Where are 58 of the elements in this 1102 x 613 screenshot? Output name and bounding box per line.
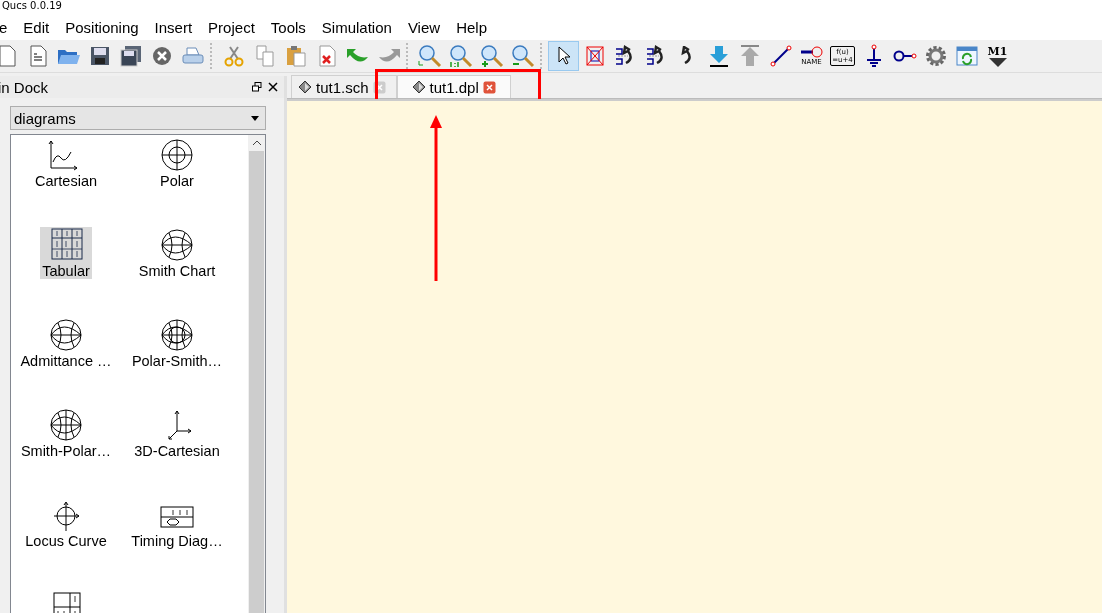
caret-icon (251, 115, 259, 121)
curved-arrow-icon (376, 47, 401, 65)
menu-item[interactable]: Tools (262, 18, 314, 36)
diagram-item[interactable]: Polar (151, 137, 203, 189)
up-arrow-icon (738, 45, 761, 67)
diagram-item[interactable]: Polar-Smith… (129, 317, 225, 369)
window-refresh-icon (955, 45, 978, 67)
window-title: Qucs 0.0.19 (2, 0, 62, 12)
diagram-item[interactable]: Locus Curve (23, 497, 109, 549)
menu-item[interactable]: Insert (146, 18, 201, 36)
document-tab[interactable]: tut1.sch (291, 75, 397, 98)
diagram-item[interactable]: 3D-Cartesian (132, 407, 222, 459)
scrollbar[interactable] (248, 135, 265, 613)
close-icon (151, 46, 172, 66)
wire-label-icon (800, 46, 823, 58)
marker-tool-button[interactable]: M1 (982, 41, 1013, 71)
zoom-out-icon (510, 44, 535, 68)
ground-icon (864, 44, 883, 68)
pointer-icon (555, 46, 572, 66)
curved-arrow-icon (345, 47, 370, 65)
magnifier-icon (417, 44, 442, 68)
menu-item[interactable]: Simulation (313, 18, 400, 36)
triangle-icon (987, 56, 1008, 67)
diagram-item[interactable]: Smith-Polar… (18, 407, 114, 459)
menu-item[interactable]: Positioning (57, 18, 147, 36)
menu-item[interactable]: Help (448, 18, 495, 36)
floppy-disks-icon (119, 45, 142, 67)
copy-icon (254, 45, 275, 67)
zoom-in-icon (479, 44, 504, 68)
diagram-item[interactable]: Admittance … (18, 317, 114, 369)
scroll-up-icon[interactable] (252, 140, 261, 145)
diagram-item[interactable]: Cartesian (32, 137, 100, 189)
pointer-tool-button[interactable] (548, 41, 579, 71)
float-icon[interactable] (252, 82, 262, 92)
diagram-item[interactable]: Timing Diag… (129, 497, 225, 549)
menu-item[interactable]: Edit (15, 18, 58, 36)
page-icon (0, 45, 17, 67)
page-cross-icon (317, 45, 336, 67)
text-page-icon (27, 45, 48, 67)
clipboard-icon (285, 45, 306, 67)
close-icon[interactable] (268, 82, 278, 92)
crossed-box-icon (584, 44, 605, 68)
gear-icon (924, 45, 947, 67)
category-dropdown[interactable]: diagrams (10, 106, 266, 130)
port-icon (892, 49, 917, 63)
menu-item[interactable]: e (0, 18, 16, 36)
diamond-icon (298, 80, 312, 94)
magnifier-icon (448, 44, 473, 68)
wire-icon (769, 45, 792, 67)
scissors-icon (223, 45, 244, 67)
menu-item[interactable]: Project (200, 18, 263, 36)
diagram-item[interactable]: Tabular (40, 227, 92, 279)
diamond-icon (411, 80, 426, 94)
down-arrow-icon (707, 45, 730, 67)
printer-icon (181, 46, 204, 66)
menu-item[interactable]: View (399, 18, 449, 36)
diagram-item[interactable]: Smith Chart (136, 227, 218, 279)
document-tab[interactable]: tut1.dpl (396, 75, 511, 98)
